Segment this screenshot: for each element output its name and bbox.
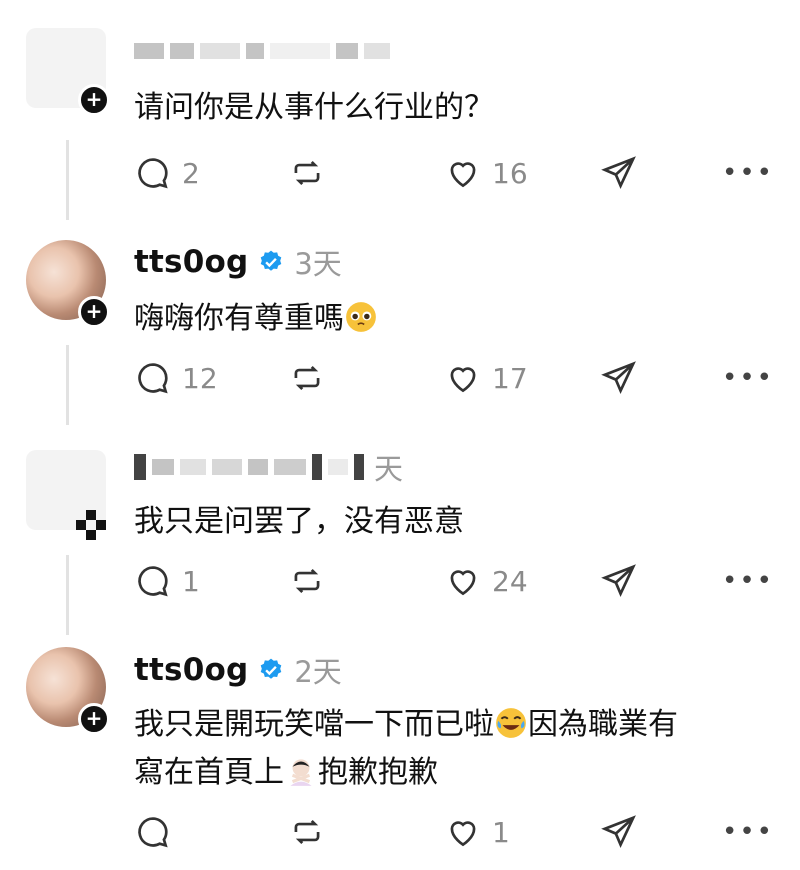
share-button[interactable] <box>600 359 638 397</box>
post-text: 我只是開玩笑噹一下而已啦 因為職業有 寫在首頁上 抱歉抱歉 <box>134 701 760 797</box>
post-1: + 请问你是从事什么行业的？ 2 16 ••• <box>0 0 800 225</box>
share-icon <box>601 815 636 848</box>
action-bar: 1 ••• <box>134 813 774 857</box>
like-button[interactable]: 1 <box>444 813 510 851</box>
comment-icon <box>138 363 168 394</box>
heart-icon <box>450 570 476 596</box>
reply-count: 1 <box>182 564 200 598</box>
post-text: 我只是问罢了，没有恶意 <box>134 504 464 539</box>
like-button[interactable]: 17 <box>444 359 528 397</box>
action-bar: 12 17 ••• <box>134 359 774 403</box>
like-count: 17 <box>492 361 528 395</box>
comment-icon <box>138 566 168 597</box>
repost-button[interactable] <box>288 813 326 851</box>
follow-plus-icon[interactable]: + <box>78 84 110 116</box>
redacted-username <box>134 43 390 59</box>
heart-icon <box>450 162 476 188</box>
redacted-badge <box>76 510 106 540</box>
comment-button[interactable] <box>134 813 182 851</box>
share-button[interactable] <box>600 813 638 851</box>
post-header: tts0og 3天 <box>134 239 342 285</box>
timestamp: 2天 <box>294 655 342 689</box>
repost-button[interactable] <box>288 359 326 397</box>
repost-icon <box>294 819 320 845</box>
person-gesturing-no-icon <box>290 759 312 786</box>
share-button[interactable] <box>600 154 638 192</box>
like-button[interactable]: 16 <box>444 154 528 192</box>
timestamp: 天 <box>374 452 404 486</box>
like-count: 1 <box>492 815 510 849</box>
repost-icon <box>294 365 320 391</box>
action-bar: 1 24 ••• <box>134 562 774 606</box>
more-icon[interactable]: ••• <box>722 817 774 847</box>
like-count: 16 <box>492 156 528 190</box>
redacted-username <box>134 454 364 480</box>
repost-icon <box>294 160 320 186</box>
follow-plus-icon[interactable]: + <box>78 296 110 328</box>
more-icon[interactable]: ••• <box>722 566 774 596</box>
comment-button[interactable]: 1 <box>134 562 200 600</box>
comment-button[interactable]: 12 <box>134 359 218 397</box>
post-text-line-2: 寫在首頁上 抱歉抱歉 <box>134 749 760 797</box>
comment-button[interactable]: 2 <box>134 154 200 192</box>
post-header <box>134 28 390 74</box>
post-text: 请问你是从事什么行业的？ <box>134 90 494 125</box>
post-text-part: 抱歉抱歉 <box>318 755 438 790</box>
repost-button[interactable] <box>288 562 326 600</box>
post-text-part: 我只是開玩笑噹一下而已啦 <box>134 707 494 742</box>
comment-icon <box>138 817 168 848</box>
tears-of-joy-icon <box>496 708 526 738</box>
username[interactable]: tts0og <box>134 244 248 280</box>
share-icon <box>601 361 636 394</box>
pleading-face-icon <box>346 302 376 332</box>
thread-line <box>66 345 69 425</box>
verified-badge-icon <box>261 250 282 271</box>
post-header: 天 <box>134 444 403 490</box>
comment-icon <box>138 158 168 189</box>
verified-badge-icon <box>261 658 282 679</box>
share-icon <box>601 564 636 597</box>
like-count: 24 <box>492 564 528 598</box>
thread-line <box>66 555 69 635</box>
heart-icon <box>450 821 476 847</box>
follow-plus-icon[interactable]: + <box>78 703 110 735</box>
repost-button[interactable] <box>288 154 326 192</box>
thread-line <box>66 140 69 220</box>
more-icon[interactable]: ••• <box>722 363 774 393</box>
action-bar: 2 16 ••• <box>134 154 774 198</box>
post-3: 天 我只是问罢了，没有恶意 1 24 ••• <box>0 430 800 635</box>
reply-count: 2 <box>182 156 200 190</box>
post-text-part: 因為職業有 <box>528 707 678 742</box>
reply-count: 12 <box>182 361 218 395</box>
post-text-part: 嗨嗨你有尊重嗎 <box>134 301 344 336</box>
timestamp: 3天 <box>294 247 342 281</box>
post-4: + tts0og 2天 我只是開玩笑噹一下而已啦 因為職業有 寫在首頁上 抱歉抱歉 <box>0 635 800 870</box>
heart-icon <box>450 367 476 393</box>
post-2: + tts0og 3天 嗨嗨你有尊重嗎 12 17 ••• <box>0 225 800 430</box>
share-button[interactable] <box>600 562 638 600</box>
repost-icon <box>294 568 320 594</box>
like-button[interactable]: 24 <box>444 562 528 600</box>
more-icon[interactable]: ••• <box>722 158 774 188</box>
post-header: tts0og 2天 <box>134 647 342 693</box>
thread: + 请问你是从事什么行业的？ 2 16 ••• + tts0og 3天 嗨嗨你有… <box>0 0 800 870</box>
post-text-part: 寫在首頁上 <box>134 755 284 790</box>
share-icon <box>601 156 636 189</box>
post-text: 嗨嗨你有尊重嗎 <box>134 295 760 343</box>
username[interactable]: tts0og <box>134 652 248 688</box>
post-text-line-1: 我只是開玩笑噹一下而已啦 因為職業有 <box>134 701 760 749</box>
